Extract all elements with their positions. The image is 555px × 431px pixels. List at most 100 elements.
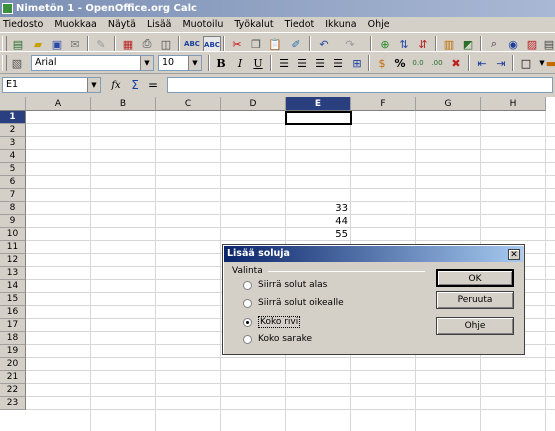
- font-size-combo[interactable]: 10 ▼: [158, 55, 202, 71]
- borders-icon[interactable]: □: [518, 55, 534, 71]
- justify-icon[interactable]: ☰: [330, 55, 346, 71]
- undo-icon[interactable]: ↶: [316, 36, 332, 52]
- chart-icon[interactable]: ▥: [441, 36, 457, 52]
- radio-shift-down[interactable]: Siirrä solut alas: [243, 280, 327, 290]
- hyperlink-icon[interactable]: ⊕: [377, 36, 393, 52]
- chevron-down-icon[interactable]: ▼: [140, 56, 153, 70]
- underline-icon[interactable]: U: [250, 55, 266, 71]
- menu-ikkuna[interactable]: Ikkuna: [325, 19, 356, 30]
- row-header-20[interactable]: 20: [0, 358, 26, 371]
- open-folder-icon[interactable]: ▰: [30, 36, 46, 52]
- gallery-icon[interactable]: ▨: [524, 36, 540, 52]
- row-header-1[interactable]: 1: [0, 111, 26, 124]
- row-header-8[interactable]: 8: [0, 202, 26, 215]
- row-header-19[interactable]: 19: [0, 345, 26, 358]
- export-pdf-icon[interactable]: ▦: [120, 36, 136, 52]
- redo-icon[interactable]: ↷: [342, 36, 358, 52]
- radio-button[interactable]: [243, 298, 252, 308]
- font-name-combo[interactable]: Arial ▼: [31, 55, 154, 71]
- increase-indent-icon[interactable]: ⇥: [493, 55, 509, 71]
- row-header-5[interactable]: 5: [0, 163, 26, 176]
- function-wizard-icon[interactable]: fx: [108, 77, 124, 93]
- column-header-b[interactable]: B: [91, 97, 156, 111]
- italic-icon[interactable]: I: [232, 55, 248, 71]
- sort-ascending-icon[interactable]: ⇅: [396, 36, 412, 52]
- help-button[interactable]: Ohje: [436, 317, 514, 335]
- toolbar-grip[interactable]: [2, 55, 7, 71]
- menu-tiedosto[interactable]: Tiedosto: [3, 19, 43, 30]
- row-header-7[interactable]: 7: [0, 189, 26, 202]
- select-all-corner[interactable]: [0, 97, 26, 111]
- window-title-bar[interactable]: Nimetön 1 - OpenOffice.org Calc: [0, 0, 555, 17]
- chevron-down-icon[interactable]: ▼: [87, 78, 100, 92]
- close-icon[interactable]: ✕: [508, 249, 520, 260]
- menu-muotoilu[interactable]: Muotoilu: [182, 19, 223, 30]
- data-sources-icon[interactable]: ▤: [541, 36, 555, 52]
- sum-icon[interactable]: Σ: [127, 77, 143, 93]
- column-header-f[interactable]: F: [351, 97, 416, 111]
- function-equals-icon[interactable]: =: [145, 77, 161, 93]
- column-header-h[interactable]: H: [481, 97, 546, 111]
- show-draw-functions-icon[interactable]: ◩: [460, 36, 476, 52]
- merge-cells-icon[interactable]: ⊞: [349, 55, 365, 71]
- paste-icon[interactable]: 📋: [267, 36, 283, 52]
- cell-e9[interactable]: 44: [286, 215, 350, 228]
- find-replace-icon[interactable]: ⌕: [486, 36, 502, 52]
- active-cell-cursor[interactable]: [285, 111, 352, 125]
- radio-button[interactable]: [243, 280, 252, 290]
- chevron-down-icon[interactable]: ▼: [188, 56, 201, 70]
- align-left-icon[interactable]: ☰: [276, 55, 292, 71]
- row-header-15[interactable]: 15: [0, 293, 26, 306]
- menu-muokkaa[interactable]: Muokkaa: [54, 19, 97, 30]
- align-center-icon[interactable]: ☰: [294, 55, 310, 71]
- row-header-13[interactable]: 13: [0, 267, 26, 280]
- ok-button[interactable]: OK: [436, 269, 514, 287]
- mail-icon[interactable]: ✉: [67, 36, 83, 52]
- row-header-18[interactable]: 18: [0, 332, 26, 345]
- delete-decimal-icon[interactable]: ✖: [448, 55, 464, 71]
- row-header-2[interactable]: 2: [0, 124, 26, 137]
- row-header-6[interactable]: 6: [0, 176, 26, 189]
- row-header-3[interactable]: 3: [0, 137, 26, 150]
- menu-lisaa[interactable]: Lisää: [147, 19, 172, 30]
- edit-file-icon[interactable]: ✎: [93, 36, 109, 52]
- column-header-g[interactable]: G: [416, 97, 481, 111]
- name-box[interactable]: E1 ▼: [2, 77, 101, 93]
- row-header-4[interactable]: 4: [0, 150, 26, 163]
- column-header-d[interactable]: D: [221, 97, 286, 111]
- row-header-23[interactable]: 23: [0, 397, 26, 410]
- page-preview-icon[interactable]: ◫: [158, 36, 174, 52]
- row-header-14[interactable]: 14: [0, 280, 26, 293]
- print-icon[interactable]: ⎙: [139, 36, 155, 52]
- spellcheck-icon[interactable]: ABC: [184, 36, 200, 52]
- cell-e8[interactable]: 33: [286, 202, 350, 215]
- row-header-16[interactable]: 16: [0, 306, 26, 319]
- currency-format-icon[interactable]: $: [374, 55, 390, 71]
- add-decimal-icon[interactable]: .00: [429, 55, 445, 71]
- menu-tiedot[interactable]: Tiedot: [285, 19, 315, 30]
- styles-formatting-icon[interactable]: ▧: [9, 55, 25, 71]
- new-document-icon[interactable]: ▤: [10, 36, 26, 52]
- sort-descending-icon[interactable]: ⇵: [415, 36, 431, 52]
- menu-nayta[interactable]: Näytä: [108, 19, 136, 30]
- copy-icon[interactable]: ❐: [248, 36, 264, 52]
- row-header-10[interactable]: 10: [0, 228, 26, 241]
- align-right-icon[interactable]: ☰: [312, 55, 328, 71]
- background-color-icon[interactable]: ▬: [543, 55, 555, 71]
- clone-formatting-icon[interactable]: ✐: [288, 36, 304, 52]
- menu-tyokalut[interactable]: Työkalut: [234, 19, 273, 30]
- toolbar-grip[interactable]: [2, 36, 7, 52]
- cut-icon[interactable]: ✂: [229, 36, 245, 52]
- radio-shift-right[interactable]: Siirrä solut oikealle: [243, 298, 344, 308]
- dialog-title-bar[interactable]: Lisää soluja ✕: [224, 246, 523, 262]
- row-header-11[interactable]: 11: [0, 241, 26, 254]
- column-header-e[interactable]: E: [286, 97, 351, 111]
- bold-icon[interactable]: B: [213, 55, 229, 71]
- cell-e10[interactable]: 55: [286, 228, 350, 241]
- row-header-21[interactable]: 21: [0, 371, 26, 384]
- radio-entire-row[interactable]: Koko rivi: [243, 316, 301, 328]
- row-header-22[interactable]: 22: [0, 384, 26, 397]
- row-header-17[interactable]: 17: [0, 319, 26, 332]
- standard-format-icon[interactable]: 0.0: [410, 55, 426, 71]
- decrease-indent-icon[interactable]: ⇤: [474, 55, 490, 71]
